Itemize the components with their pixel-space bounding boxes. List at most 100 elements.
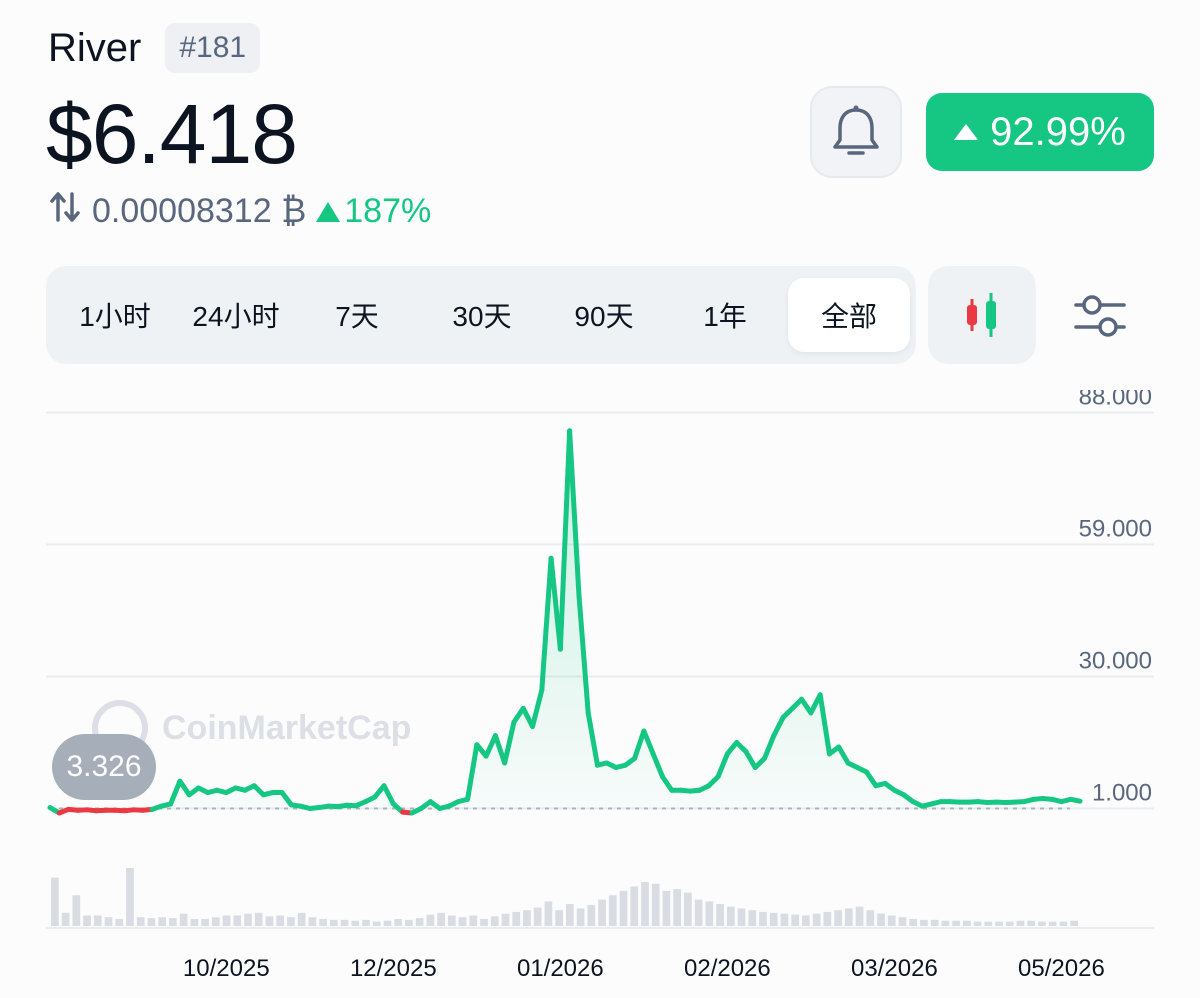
volume-bar: [51, 877, 59, 926]
x-tick-label: 12/2025: [350, 955, 437, 982]
volume-bar: [201, 918, 209, 926]
bell-icon: [833, 105, 879, 155]
volume-bar: [544, 901, 553, 926]
volume-bar: [158, 917, 167, 926]
volume-bar: [780, 913, 789, 926]
coin-header: River #181: [48, 18, 261, 78]
volume-bar: [405, 919, 413, 926]
btc-price: 0.00008312 ₿: [92, 192, 307, 230]
volume-bar: [115, 918, 124, 926]
volume-bar: [329, 919, 338, 926]
tab-24h[interactable]: 24小时: [176, 278, 296, 352]
volume-bar: [587, 904, 596, 926]
volume-bar: [608, 895, 617, 926]
volume-bar: [458, 917, 467, 926]
volume-bar: [898, 917, 907, 926]
volume-bar: [222, 915, 231, 926]
volume-bar: [952, 920, 960, 926]
volume-bar: [265, 916, 274, 926]
volume-bar: [930, 919, 939, 926]
volume-bar: [211, 917, 220, 926]
x-tick-label: 10/2025: [183, 955, 270, 982]
volume-bar: [1059, 921, 1068, 926]
tab-1h[interactable]: 1小时: [62, 278, 168, 352]
btc-change: 187%: [316, 192, 431, 231]
tab-90d[interactable]: 90天: [544, 278, 664, 352]
volume-bar: [169, 918, 177, 926]
volume-bar: [673, 889, 682, 926]
volume-bar: [447, 915, 456, 926]
volume-bar: [72, 895, 81, 926]
volume-bar: [555, 910, 563, 926]
volume-bar: [844, 908, 853, 926]
volume-bar: [995, 921, 1003, 926]
volume-bar: [748, 910, 757, 926]
volume-bar: [769, 912, 778, 926]
volume-bar: [1048, 921, 1057, 926]
chart-settings-button[interactable]: [1068, 286, 1132, 346]
volume-bar: [630, 886, 639, 926]
volume-bar: [490, 916, 499, 926]
volume-bar: [126, 868, 134, 926]
candlestick-toggle[interactable]: [928, 266, 1036, 364]
volume-bar: [287, 917, 295, 926]
volume-bar: [941, 920, 950, 926]
volume-bar: [887, 915, 896, 926]
volume-bar: [802, 915, 810, 926]
x-tick-label: 01/2026: [517, 955, 604, 982]
volume-bar: [716, 904, 724, 926]
volume-bar: [684, 892, 692, 926]
volume-bar: [512, 911, 521, 926]
volume-bar: [834, 910, 842, 926]
volume-bar: [319, 918, 327, 926]
time-range-tabs: 1小时 24小时 7天 30天 90天 1年 全部: [46, 266, 916, 364]
volume-bar: [93, 915, 102, 926]
tab-all[interactable]: 全部: [788, 278, 910, 352]
price-change-value: 92.99%: [990, 109, 1126, 154]
volume-bar: [362, 919, 370, 926]
tab-30d[interactable]: 30天: [422, 278, 542, 352]
volume-bar: [823, 911, 832, 926]
rank-badge: #181: [165, 23, 261, 73]
volume-bar: [576, 908, 585, 926]
volume-bar: [759, 911, 767, 926]
volume-bar: [791, 914, 800, 926]
volume-bar: [1016, 920, 1025, 926]
volume-bar: [523, 910, 531, 926]
price-alert-button[interactable]: [810, 86, 902, 178]
volume-bar: [1027, 920, 1036, 926]
volume-bar: [812, 913, 821, 926]
sliders-icon: [1074, 295, 1126, 337]
tab-1y[interactable]: 1年: [666, 278, 784, 352]
volume-bar: [705, 901, 714, 926]
volume-bar: [297, 912, 306, 926]
volume-bar: [566, 904, 574, 926]
volume-bar: [984, 921, 993, 926]
volume-bar: [351, 920, 360, 926]
x-tick-label: 05/2026: [1018, 955, 1105, 982]
volume-bar: [372, 921, 381, 926]
volume-bar: [641, 882, 649, 926]
volume-bar: [426, 914, 435, 926]
volume-bar: [866, 910, 875, 926]
x-tick-label: 02/2026: [684, 955, 771, 982]
volume-bar: [276, 915, 285, 926]
swap-arrows-icon[interactable]: [48, 190, 82, 233]
volume-bar: [1005, 921, 1014, 926]
volume-bar: [619, 890, 628, 926]
candlestick-icon: [967, 293, 996, 337]
volume-bar: [394, 918, 403, 926]
triangle-up-icon: [316, 201, 341, 222]
volume-bar: [469, 915, 478, 926]
start-price-label: 3.326: [52, 734, 156, 800]
volume-bar: [233, 915, 242, 926]
y-tick-label: 88.000: [1079, 390, 1152, 411]
volume-bar: [104, 917, 113, 926]
volume-bar: [877, 913, 885, 926]
price-chart[interactable]: 88.000 59.000 30.000 1.000 10/2025 12/2025 01…: [0, 390, 1200, 998]
volume-bar: [383, 920, 392, 926]
y-tick-label: 1.000: [1092, 779, 1152, 806]
volume-bar: [437, 912, 445, 926]
tab-7d[interactable]: 7天: [302, 278, 412, 352]
volume-bar: [855, 906, 864, 926]
